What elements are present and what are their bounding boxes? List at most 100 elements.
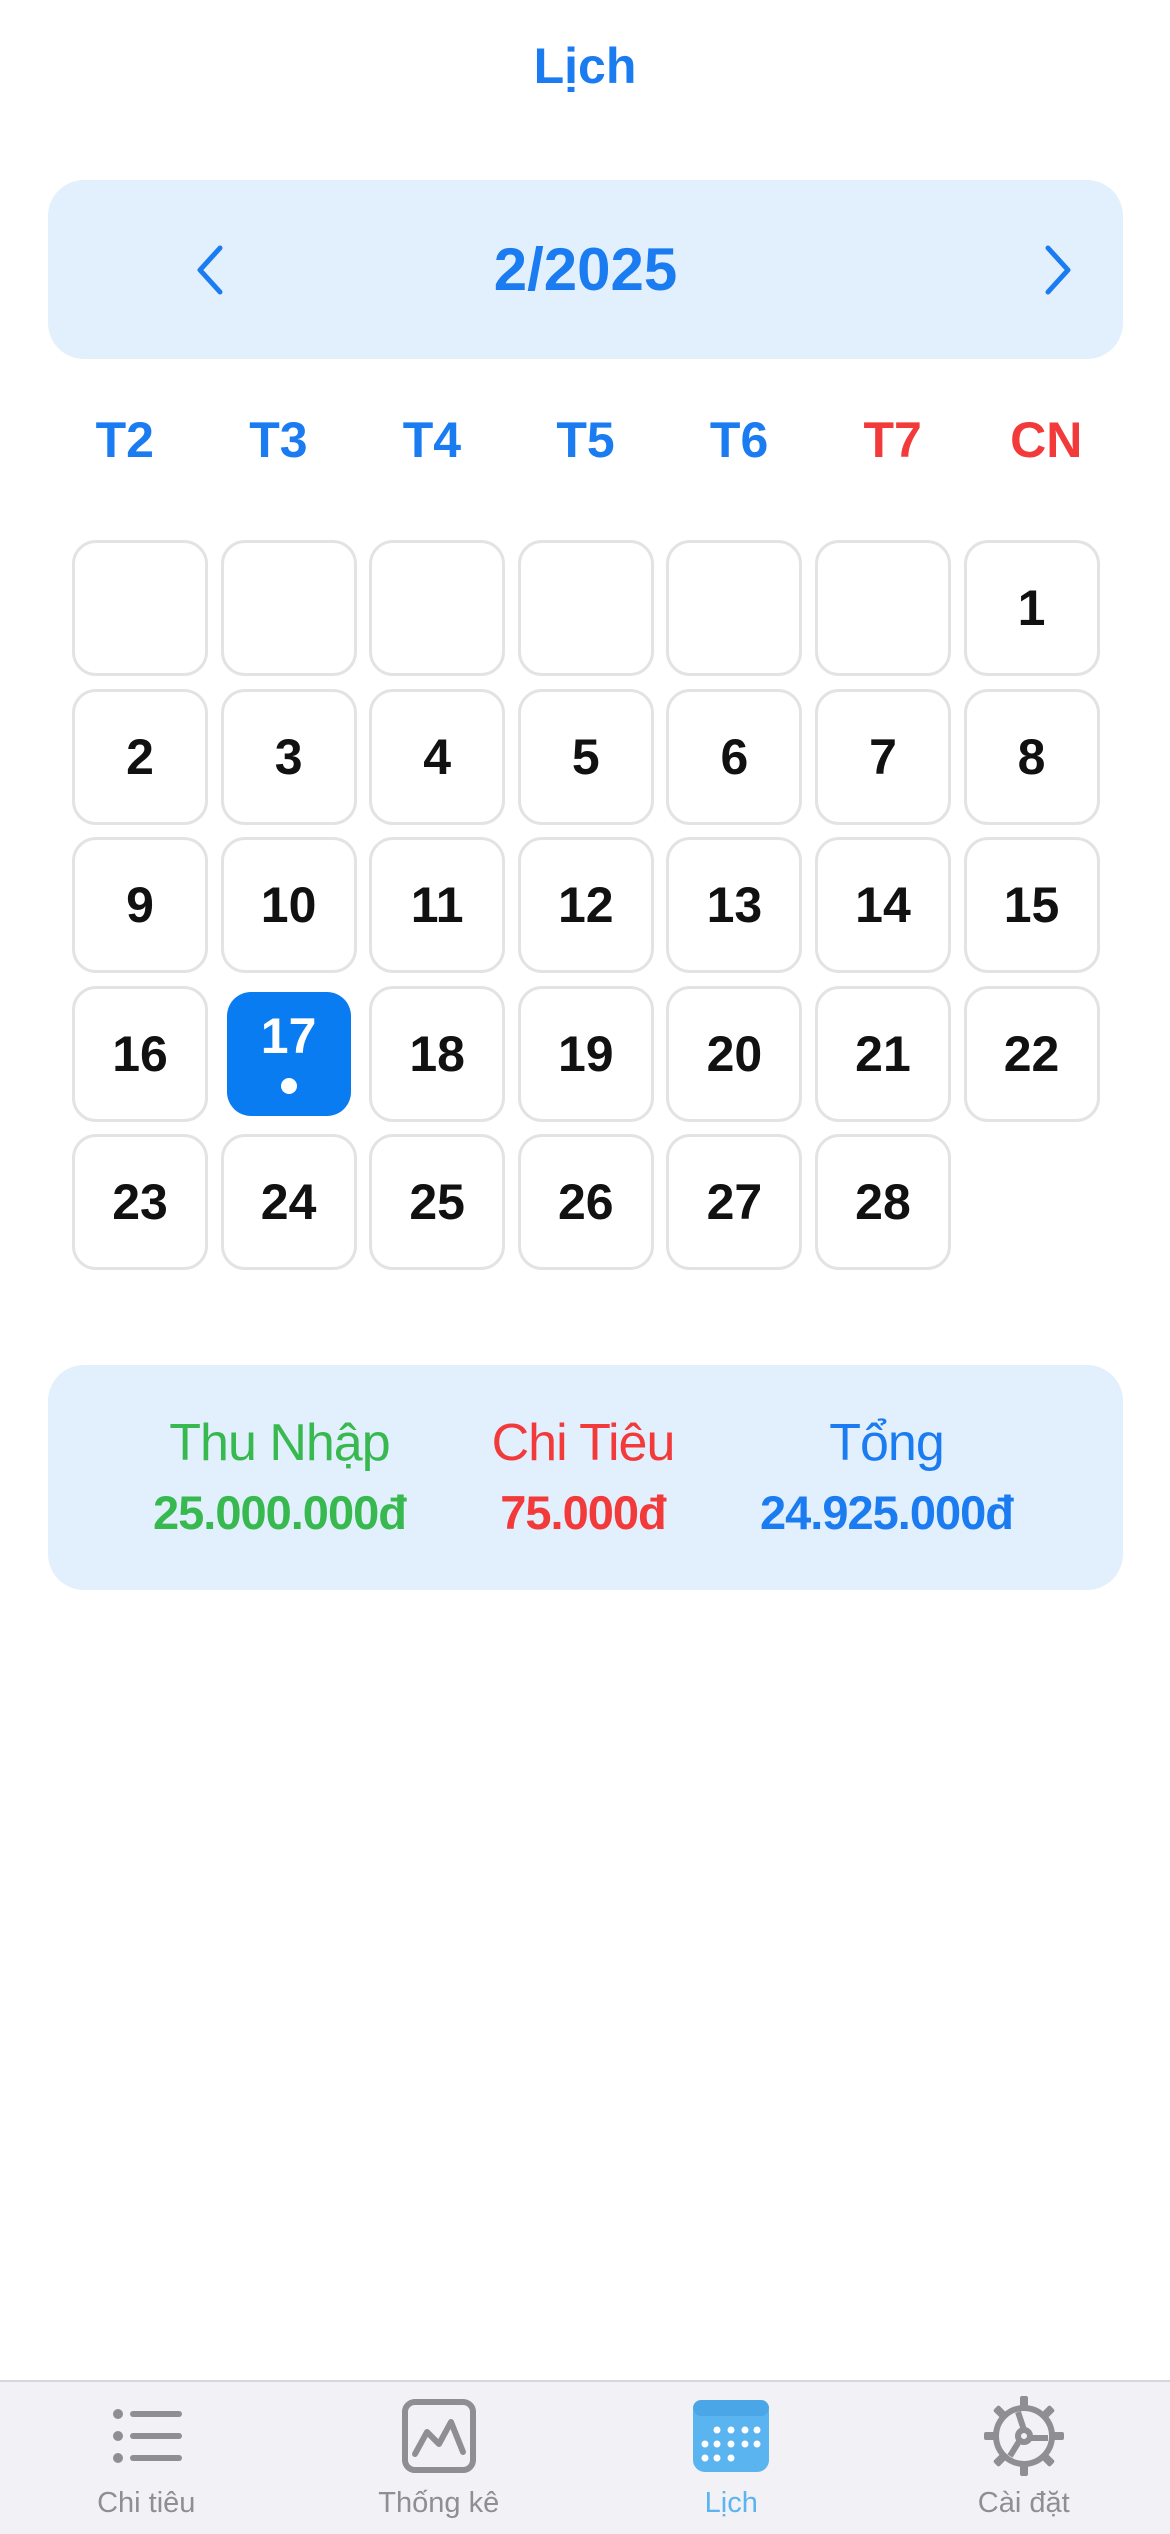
day-cell[interactable]: 11: [369, 837, 505, 973]
tab-calendar-label: Lịch: [705, 2486, 758, 2520]
day-number: 16: [112, 1025, 168, 1083]
day-number: 26: [558, 1173, 614, 1231]
event-dot-icon: [281, 1078, 297, 1094]
empty-day-cell: [666, 540, 802, 676]
next-month-button[interactable]: [1018, 230, 1098, 310]
day-cell[interactable]: 26: [518, 1134, 654, 1270]
weekday-t4: T4: [355, 400, 509, 480]
day-cell[interactable]: 19: [518, 986, 654, 1122]
day-number: 27: [707, 1173, 763, 1231]
empty-day-cell: [518, 540, 654, 676]
day-number: 3: [275, 728, 303, 786]
day-number: 17: [261, 1007, 317, 1065]
day-cell[interactable]: 28: [815, 1134, 951, 1270]
day-cell[interactable]: 8: [964, 689, 1100, 825]
day-cell[interactable]: 5: [518, 689, 654, 825]
month-navigator: 2/2025: [48, 180, 1123, 359]
total-label: Tổng: [829, 1408, 944, 1478]
day-cell[interactable]: 6: [666, 689, 802, 825]
day-number: 25: [409, 1173, 465, 1231]
day-cell[interactable]: 20: [666, 986, 802, 1122]
day-cell[interactable]: 12: [518, 837, 654, 973]
day-cell[interactable]: 27: [666, 1134, 802, 1270]
weekday-header: T2T3T4T5T6T7CN: [48, 400, 1123, 480]
day-number: 1: [1018, 579, 1046, 637]
day-cell[interactable]: 4: [369, 689, 505, 825]
day-number: 21: [855, 1025, 911, 1083]
total-value: 24.925.000đ: [760, 1478, 1013, 1548]
day-number: 8: [1018, 728, 1046, 786]
weekday-t2: T2: [48, 400, 202, 480]
day-number: 28: [855, 1173, 911, 1231]
income-value: 25.000.000đ: [153, 1478, 406, 1548]
day-cell-selected[interactable]: 17: [227, 992, 351, 1116]
day-number: 11: [411, 876, 464, 934]
day-cell[interactable]: 25: [369, 1134, 505, 1270]
day-number: 13: [707, 876, 763, 934]
day-number: 23: [112, 1173, 168, 1231]
weekday-t6: T6: [662, 400, 816, 480]
chevron-right-icon: [1038, 240, 1078, 300]
day-number: 15: [1004, 876, 1060, 934]
day-cell[interactable]: 2: [72, 689, 208, 825]
day-cell[interactable]: 10: [221, 837, 357, 973]
weekday-cn: CN: [969, 400, 1123, 480]
day-number: 22: [1004, 1025, 1060, 1083]
tab-statistics-label: Thống kê: [378, 2486, 499, 2520]
day-number: 4: [423, 728, 451, 786]
expense-value: 75.000đ: [500, 1478, 665, 1548]
page-title: Lịch: [0, 30, 1170, 102]
list-icon: [104, 2394, 188, 2478]
day-number: 9: [126, 876, 154, 934]
day-cell[interactable]: 13: [666, 837, 802, 973]
day-cell[interactable]: 15: [964, 837, 1100, 973]
tab-statistics[interactable]: Thống kê: [293, 2382, 586, 2534]
total-summary: Tổng 24.925.000đ: [760, 1365, 1013, 1590]
day-cell[interactable]: 21: [815, 986, 951, 1122]
empty-day-cell: [369, 540, 505, 676]
expense-label: Chi Tiêu: [492, 1408, 675, 1478]
day-cell[interactable]: 7: [815, 689, 951, 825]
empty-day-cell: [72, 540, 208, 676]
tab-calendar[interactable]: Lịch: [585, 2382, 878, 2534]
day-number: 20: [707, 1025, 763, 1083]
weekday-t5: T5: [509, 400, 663, 480]
day-number: 12: [558, 876, 614, 934]
day-cell[interactable]: 14: [815, 837, 951, 973]
chart-icon: [397, 2394, 481, 2478]
day-number: 6: [720, 728, 748, 786]
empty-day-cell: [815, 540, 951, 676]
tab-settings-label: Cài đặt: [978, 2486, 1070, 2520]
day-number: 18: [409, 1025, 465, 1083]
day-number: 5: [572, 728, 600, 786]
tab-bar: Chi tiêu Thống kê Lịch: [0, 2380, 1170, 2534]
day-number: 2: [126, 728, 154, 786]
day-cell[interactable]: 16: [72, 986, 208, 1122]
day-cell[interactable]: 24: [221, 1134, 357, 1270]
day-number: 24: [261, 1173, 317, 1231]
day-cell[interactable]: 3: [221, 689, 357, 825]
income-label: Thu Nhập: [169, 1408, 389, 1478]
tab-settings[interactable]: Cài đặt: [878, 2382, 1170, 2534]
day-cell[interactable]: 23: [72, 1134, 208, 1270]
day-number: 14: [855, 876, 911, 934]
calendar-grid: 1234567891011121314151617181920212223242…: [72, 540, 1100, 1270]
day-number: 10: [261, 876, 317, 934]
weekday-t7: T7: [816, 400, 970, 480]
month-label: 2/2025: [48, 180, 1123, 359]
day-cell[interactable]: 1: [964, 540, 1100, 676]
day-cell[interactable]: 18: [369, 986, 505, 1122]
calendar-icon: [689, 2394, 773, 2478]
gear-icon: [982, 2394, 1066, 2478]
income-summary: Thu Nhập 25.000.000đ: [153, 1365, 406, 1590]
day-cell[interactable]: 22: [964, 986, 1100, 1122]
day-number: 19: [558, 1025, 614, 1083]
day-cell[interactable]: 9: [72, 837, 208, 973]
weekday-t3: T3: [202, 400, 356, 480]
tab-expenses[interactable]: Chi tiêu: [0, 2382, 293, 2534]
day-number: 7: [869, 728, 897, 786]
empty-day-cell: [221, 540, 357, 676]
month-summary: Thu Nhập 25.000.000đ Chi Tiêu 75.000đ Tổ…: [48, 1365, 1123, 1590]
expense-summary: Chi Tiêu 75.000đ: [492, 1365, 675, 1590]
tab-expenses-label: Chi tiêu: [97, 2486, 195, 2520]
